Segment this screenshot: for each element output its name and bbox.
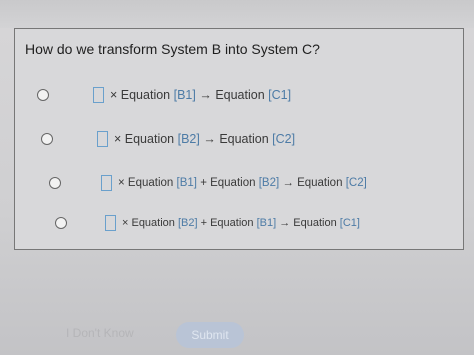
equation-ref: [C2] [345, 177, 367, 189]
option-1-label: × Equation [B1] → Equation [C1] [110, 88, 291, 102]
dont-know-link[interactable]: I Don't Know [66, 326, 134, 340]
radio-button[interactable] [49, 177, 61, 189]
question-card: How do we transform System B into System… [14, 28, 464, 250]
option-3[interactable]: × Equation [B1] + Equation [B2] → Equati… [49, 175, 367, 191]
equation-ref: [B2] [258, 177, 280, 189]
equation-ref: [B1] [176, 177, 197, 189]
option-4-label: × Equation [B2] + Equation [B1] → Equati… [122, 217, 360, 229]
arrow-text: → Equation [279, 217, 337, 229]
plus-text: + Equation [200, 177, 256, 189]
coefficient-input-box[interactable] [105, 215, 116, 231]
option-2-label: × Equation [B2] → Equation [C2] [114, 132, 295, 146]
times-text: × Equation [114, 132, 175, 146]
equation-ref: [C2] [272, 132, 296, 146]
times-text: × Equation [118, 177, 174, 189]
submit-button[interactable]: Submit [176, 322, 244, 348]
question-prompt: How do we transform System B into System… [25, 41, 320, 57]
option-3-label: × Equation [B1] + Equation [B2] → Equati… [118, 177, 367, 189]
arrow-text: → Equation [282, 177, 343, 189]
option-4[interactable]: × Equation [B2] + Equation [B1] → Equati… [55, 215, 360, 231]
coefficient-input-box[interactable] [97, 131, 108, 147]
option-1[interactable]: × Equation [B1] → Equation [C1] [37, 87, 291, 103]
equation-ref: [B2] [177, 132, 200, 146]
times-text: × Equation [110, 88, 171, 102]
equation-ref: [B1] [256, 217, 277, 229]
option-2[interactable]: × Equation [B2] → Equation [C2] [41, 131, 295, 147]
equation-ref: [C1] [268, 88, 292, 102]
radio-button[interactable] [41, 133, 53, 145]
arrow-text: → Equation [199, 88, 265, 102]
arrow-text: → Equation [203, 132, 269, 146]
coefficient-input-box[interactable] [101, 175, 112, 191]
radio-button[interactable] [55, 217, 67, 229]
coefficient-input-box[interactable] [93, 87, 104, 103]
radio-button[interactable] [37, 89, 49, 101]
times-text: × Equation [122, 217, 175, 229]
equation-ref: [B1] [173, 88, 196, 102]
plus-text: + Equation [200, 217, 254, 229]
equation-ref: [B2] [177, 217, 198, 229]
equation-ref: [C1] [339, 217, 360, 229]
top-strip [0, 0, 474, 28]
action-bar: I Don't Know Submit [0, 318, 474, 355]
